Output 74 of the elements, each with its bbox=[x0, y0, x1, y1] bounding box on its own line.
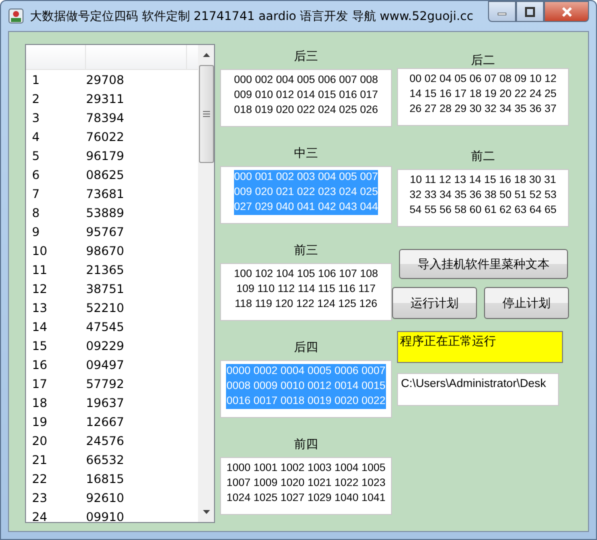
plan-button[interactable]: 运行计划 bbox=[392, 287, 477, 319]
number-cell: 53889 bbox=[86, 206, 124, 220]
group-label: 前三 bbox=[294, 242, 318, 258]
group-label: 前四 bbox=[294, 436, 318, 452]
number-cell: 09497 bbox=[86, 358, 124, 372]
app-icon bbox=[8, 8, 24, 24]
number-text-box[interactable]: 00 02 04 05 06 07 08 09 10 12 14 15 16 17 18 19 20 22 24 25 26 27 28 29 30 32 34 35 36 37 bbox=[397, 68, 569, 126]
index-cell-text: 15 bbox=[31, 338, 48, 352]
close-button[interactable] bbox=[544, 1, 589, 22]
scroll-thumb[interactable] bbox=[198, 65, 214, 163]
number-cell: 24576 bbox=[86, 434, 124, 448]
number-cell: 52210 bbox=[86, 300, 124, 314]
index-cell-text: 22 bbox=[31, 472, 48, 486]
path-field[interactable]: C:\Users\Administrator\Desk bbox=[397, 373, 559, 406]
number-cell: 98670 bbox=[86, 244, 124, 258]
number-cell: 57792 bbox=[86, 376, 124, 390]
index-cell-text: 1 bbox=[31, 72, 41, 86]
number-cell: 16815 bbox=[86, 472, 124, 486]
number-text-box[interactable]: 10 11 12 13 14 15 16 18 30 31 32 33 34 35 36 38 50 51 52 53 54 55 56 58 60 61 62 63 64 65 bbox=[397, 169, 569, 227]
group-label: 后二 bbox=[471, 52, 495, 68]
scrollbar[interactable] bbox=[198, 45, 214, 522]
index-cell-text: 13 bbox=[31, 300, 48, 314]
maximize-icon bbox=[525, 6, 535, 16]
number-cell: 21365 bbox=[86, 262, 124, 276]
number-cell: 76022 bbox=[86, 130, 124, 144]
index-cell-text: 7 bbox=[31, 186, 41, 200]
index-cell-text: 19 bbox=[31, 414, 48, 428]
number-text-box[interactable]: 000 002 004 005 006 007 008 009 010 012 014 015 016 017 018 019 020 022 024 025 026 bbox=[220, 69, 392, 127]
number-cell: 12667 bbox=[86, 414, 124, 428]
index-cell-text: 20 bbox=[31, 434, 48, 448]
index-cell-text: 2 bbox=[31, 92, 41, 106]
plan-button[interactable]: 停止计划 bbox=[484, 287, 569, 319]
number-cell: 09229 bbox=[86, 338, 124, 352]
index-cell-text: 21 bbox=[31, 452, 48, 466]
group-label: 前二 bbox=[471, 148, 495, 164]
index-cell-text: 16 bbox=[31, 358, 48, 372]
index-cell-text: 17 bbox=[31, 376, 48, 390]
number-cell: 09910 bbox=[86, 510, 124, 522]
group-label: 中三 bbox=[294, 145, 318, 161]
window-title: 大数据做号定位四码 软件定制 21741741 aardio 语言开发 导航 www.52guoji.cc bbox=[30, 8, 474, 24]
index-cell-text: 11 bbox=[31, 262, 48, 276]
number-cell: 38751 bbox=[86, 282, 124, 296]
import-button[interactable]: 导入挂机软件里菜种文本 bbox=[399, 249, 568, 279]
number-cell: 78394 bbox=[86, 110, 124, 124]
index-cell-text: 10 bbox=[31, 244, 48, 258]
number-cell: 47545 bbox=[86, 320, 124, 334]
index-cell-text: 14 bbox=[31, 320, 48, 334]
index-cell-text: 8 bbox=[31, 206, 41, 220]
minimize-button[interactable] bbox=[488, 1, 516, 22]
number-cell: 92610 bbox=[86, 490, 124, 504]
group-label: 后三 bbox=[294, 48, 318, 64]
group-label: 后四 bbox=[294, 339, 318, 355]
status-field[interactable]: 程序正在正常运行 bbox=[397, 331, 563, 363]
index-cell-text: 12 bbox=[31, 282, 48, 296]
number-cell: 29708 bbox=[86, 72, 124, 86]
index-cell-text: 3 bbox=[31, 110, 41, 124]
index-cell-text: 24 bbox=[31, 510, 48, 522]
index-cell-text: 23 bbox=[31, 490, 48, 504]
index-cell-text: 18 bbox=[31, 396, 48, 410]
index-cell-text: 6 bbox=[31, 168, 41, 182]
number-text-box[interactable]: 1000 1001 1002 1003 1004 1005 1007 1009 1020 1021 1022 1023 1024 1025 1027 1029 1040 1041 bbox=[220, 457, 392, 515]
number-cell: 19637 bbox=[86, 396, 124, 410]
number-cell: 96179 bbox=[86, 148, 124, 162]
number-cell: 95767 bbox=[86, 224, 124, 238]
maximize-button[interactable] bbox=[516, 1, 544, 22]
number-cell: 66532 bbox=[86, 452, 124, 466]
number-cell: 29311 bbox=[86, 92, 124, 106]
index-cell-text: 5 bbox=[31, 148, 41, 162]
number-text-box[interactable]: 100 102 104 105 106 107 108 109 110 112 114 115 116 117 118 119 120 122 124 125 126 bbox=[220, 263, 392, 321]
index-cell-text: 4 bbox=[31, 130, 41, 144]
close-icon bbox=[560, 6, 572, 16]
number-cell: 73681 bbox=[86, 186, 124, 200]
number-cell: 08625 bbox=[86, 168, 124, 182]
index-cell-text: 9 bbox=[31, 224, 41, 238]
